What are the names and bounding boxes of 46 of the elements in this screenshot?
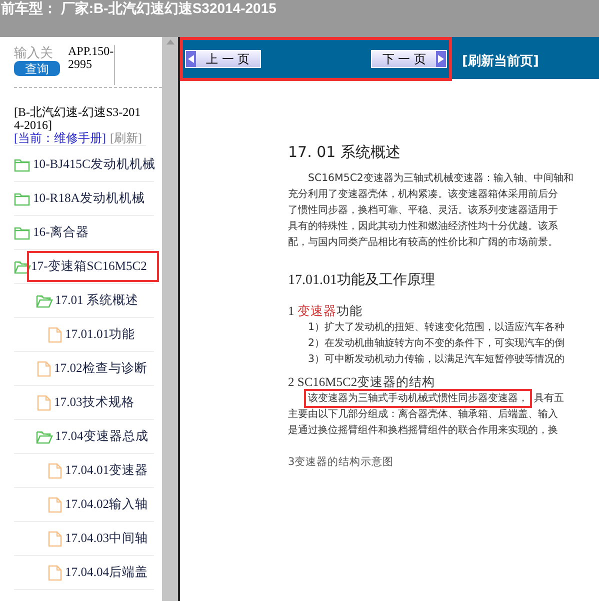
scroll-up-icon [166,39,174,45]
section-heading: 17. 01 系统概述 [288,143,402,162]
text-line: 具有五 [534,393,564,404]
refresh-page-link[interactable]: [刷新当前页] [462,52,539,70]
text-line: 主要由以下几部分组成：离合器壳体、轴承箱、后端盖、输入 [288,409,558,420]
text-line: 3）可中断发动机动力传输，以满足汽车短暂停驶等情况的 [308,354,564,365]
document-icon [47,564,63,580]
text-line: 了惯性同步器，换档可靠、平稳、灵活。该系列变速器适用于 [288,205,558,216]
subsection-heading: 17.01.01功能及工作原理 [288,272,436,289]
tree-item[interactable]: 17.04.02输入轴 [65,493,148,516]
code-text: APP.150-2995 [68,45,115,85]
item-heading: 2 SC16M5C2变速器的结构 [288,374,436,391]
text-line: 1）扩大了发动机的扭矩、转速变化范围，以适应汽车各种 [308,322,564,333]
tree-item[interactable]: 17.03技术规格 [54,391,134,414]
scrollbar[interactable] [162,37,178,601]
document-icon [47,496,63,512]
tree-item[interactable]: 16-离合器 [33,221,89,244]
text-line: 是通过换位摇臂组件和换档摇臂组件的联合作用来实现的，换 [288,425,558,436]
query-button[interactable]: 查询 [14,61,60,76]
tree-item[interactable]: 10-BJ415C发动机机械 [33,153,156,176]
refresh-link[interactable]: [刷新] [110,131,142,145]
tree-item[interactable]: 17.02检查与诊断 [54,357,148,380]
vehicle-name: [B-北汽幻速-幻速S3-2014-2016] [14,106,142,132]
tree-item[interactable]: 17.04.04后端盖 [65,561,148,584]
tree-item[interactable]: 10-R18A发动机机械 [33,187,145,210]
text-line: 具有的特殊性，因此其动力性和燃油经济性均十分优越。该系 [288,221,558,232]
tree-item[interactable]: 17.04.03中间轴 [65,527,148,550]
document-icon [36,360,52,376]
item-heading: 1 变速器功能 [288,303,364,320]
text-line: 充分利用了变速器壳体，机构紧凑。该变速器箱体采用前后分 [288,189,558,200]
text-line: SC16M5C2变速器为三轴式机械变速器：输入轴、中间轴和 [308,173,574,184]
tree-item[interactable]: 17.01 系统概述 [55,289,138,312]
text-line: 配，与国内同类产品相比有较高的性价比和广阔的市场前景。 [288,237,558,248]
figure-caption: 3变速器的结构示意图 [288,455,395,469]
tree-item[interactable]: 17.04.01变速器 [65,459,148,482]
text-line: 2）在发动机曲轴旋转方向不变的条件下，可实现汽车的倒 [308,338,564,349]
tree-item[interactable]: 17.04变速器总成 [55,425,148,448]
vehicle-title: 前车型： 厂家:B-北汽幻速幻速S32014-2015 [0,0,278,16]
document-icon [47,462,63,478]
document-icon [47,326,63,342]
tree-item[interactable]: 17.01.01功能 [65,323,136,346]
current-mode-link[interactable]: [当前：维修手册] [14,131,106,145]
document-icon [36,394,52,410]
next-page-button[interactable]: 下 一 页 [371,50,447,68]
previous-page-button[interactable]: 上 一 页 [185,50,261,68]
document-icon [47,530,63,546]
